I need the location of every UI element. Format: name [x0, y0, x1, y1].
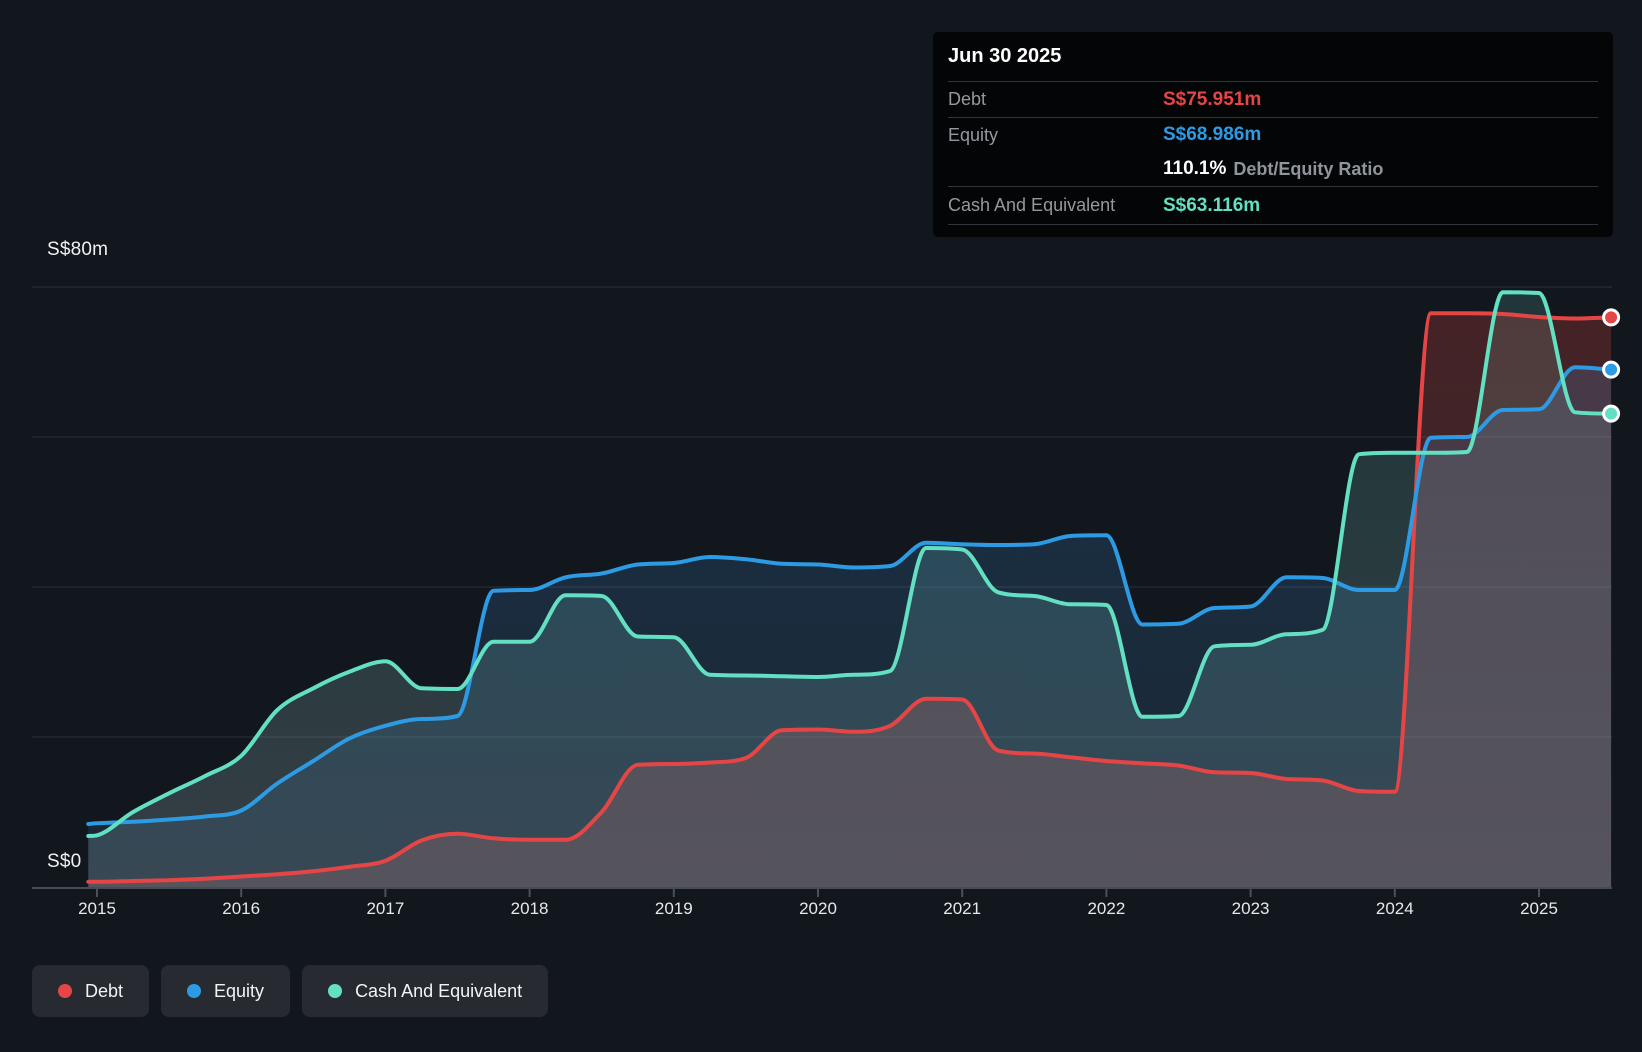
tooltip-ratio-label: Debt/Equity Ratio — [1233, 159, 1383, 180]
legend-item-debt[interactable]: Debt — [32, 965, 149, 1017]
x-axis-label-2023: 2023 — [1232, 899, 1270, 919]
y-axis-label-0: S$0 — [47, 851, 81, 873]
tooltip-ratio-row: 110.1% Debt/Equity Ratio — [948, 152, 1598, 186]
tooltip-equity-value: S$68.986m — [1163, 124, 1261, 146]
x-axis-label-2015: 2015 — [78, 899, 116, 919]
tooltip-debt-label: Debt — [948, 89, 1163, 110]
x-axis-label-2021: 2021 — [943, 899, 981, 919]
chart-tooltip: Jun 30 2025 Debt S$75.951m Equity S$68.9… — [933, 32, 1613, 237]
chart-legend: Debt Equity Cash And Equivalent — [32, 965, 548, 1017]
tooltip-debt-row: Debt S$75.951m — [948, 81, 1598, 117]
tooltip-date: Jun 30 2025 — [933, 32, 1613, 81]
debt-dot-icon — [58, 984, 72, 998]
tooltip-equity-row: Equity S$68.986m — [948, 117, 1598, 152]
legend-cash-label: Cash And Equivalent — [355, 981, 522, 1002]
tooltip-equity-label: Equity — [948, 125, 1163, 146]
legend-item-cash[interactable]: Cash And Equivalent — [302, 965, 548, 1017]
x-axis-label-2016: 2016 — [222, 899, 260, 919]
x-axis-label-2019: 2019 — [655, 899, 693, 919]
x-axis-label-2018: 2018 — [511, 899, 549, 919]
cash-dot-icon — [328, 984, 342, 998]
tooltip-ratio-value: 110.1% — [1163, 158, 1226, 180]
x-axis-label-2022: 2022 — [1087, 899, 1125, 919]
tooltip-cash-row: Cash And Equivalent S$63.116m — [948, 186, 1598, 224]
x-axis-label-2020: 2020 — [799, 899, 837, 919]
x-axis-label-2017: 2017 — [366, 899, 404, 919]
chart-plot-area[interactable] — [32, 260, 1612, 900]
legend-item-equity[interactable]: Equity — [161, 965, 290, 1017]
legend-debt-label: Debt — [85, 981, 123, 1002]
tooltip-cash-label: Cash And Equivalent — [948, 195, 1163, 216]
page: S$80m S$0 2015 2016 2017 2018 2019 2020 2021 20… — [0, 0, 1642, 1052]
y-axis-label-80m: S$80m — [47, 239, 108, 261]
legend-equity-label: Equity — [214, 981, 264, 1002]
equity-dot-icon — [187, 984, 201, 998]
tooltip-bottom-divider — [948, 224, 1598, 225]
x-axis-label-2025: 2025 — [1520, 899, 1558, 919]
tooltip-cash-value: S$63.116m — [1163, 195, 1260, 217]
tooltip-debt-value: S$75.951m — [1163, 89, 1261, 111]
x-axis-label-2024: 2024 — [1376, 899, 1414, 919]
